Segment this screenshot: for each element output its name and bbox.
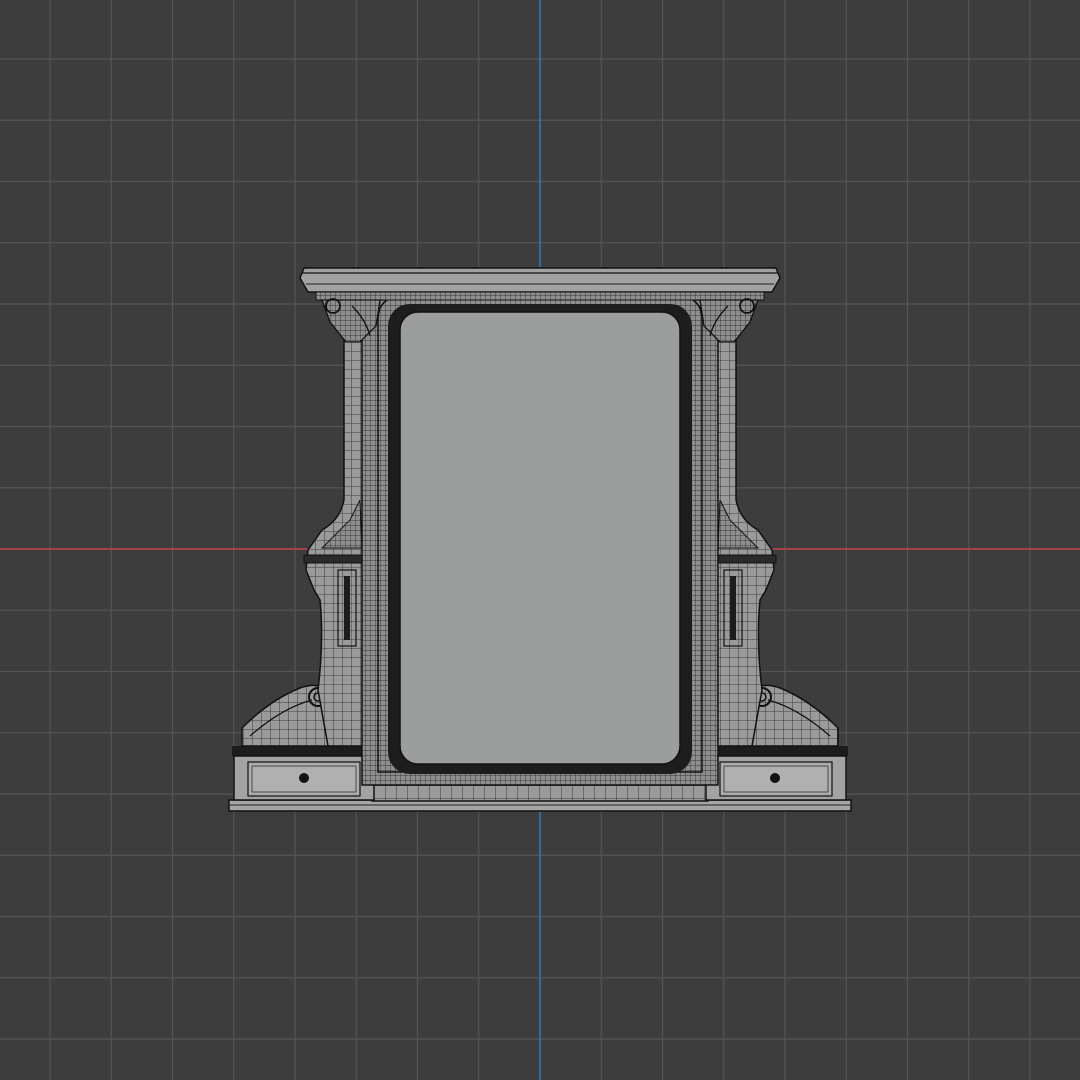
knob-icon [299, 773, 309, 783]
cornice[interactable] [299, 267, 781, 301]
left-drawer[interactable] [232, 746, 376, 801]
mirror-glass[interactable] [399, 311, 681, 765]
right-drawer[interactable] [704, 746, 848, 801]
3d-viewport[interactable] [0, 0, 1080, 1080]
knob-icon [770, 773, 780, 783]
mantel-mirror-mesh[interactable] [228, 267, 852, 812]
viewport-canvas[interactable] [0, 0, 1080, 1080]
